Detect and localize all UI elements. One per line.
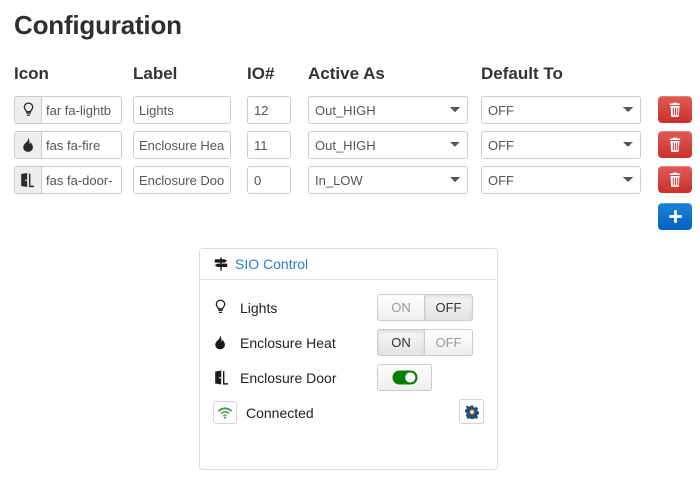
sio-control-panel: SIO Control Lights ON OFF Enclosure Heat… — [199, 248, 498, 470]
icon-input-group — [14, 131, 122, 159]
heat-onoff-group: ON OFF — [377, 329, 473, 356]
wifi-icon — [213, 401, 237, 424]
lights-off-button[interactable]: OFF — [425, 294, 473, 321]
active-as-select[interactable]: Out_HIGH — [308, 131, 468, 159]
label-input[interactable] — [133, 131, 231, 159]
add-row-button[interactable] — [658, 203, 692, 230]
door-toggle-button[interactable] — [377, 364, 432, 391]
fire-icon — [214, 334, 236, 351]
table-row: Out_HIGH OFF — [0, 131, 700, 166]
io-number-input[interactable] — [247, 131, 291, 159]
heat-on-button[interactable]: ON — [377, 329, 425, 356]
column-header-default-to: Default To — [481, 64, 563, 83]
lightbulb-icon — [14, 96, 41, 124]
icon-class-input[interactable] — [41, 96, 122, 124]
table-row: Out_HIGH OFF — [0, 96, 700, 131]
gear-icon — [464, 405, 479, 419]
lights-onoff-group: ON OFF — [377, 294, 473, 321]
door-open-icon — [214, 370, 236, 386]
table-row: In_LOW OFF — [0, 166, 700, 201]
icon-input-group — [14, 96, 122, 124]
io-number-input[interactable] — [247, 166, 291, 194]
app-root: Configuration Icon Label IO# Active As D… — [0, 0, 700, 500]
list-item: Lights ON OFF — [200, 290, 497, 325]
toggle-on-icon — [392, 370, 417, 385]
column-header-io: IO# — [247, 64, 275, 83]
column-header-icon: Icon — [14, 64, 49, 83]
settings-gear-button[interactable] — [459, 399, 484, 424]
label-input[interactable] — [133, 96, 231, 124]
config-table-rows: Out_HIGH OFF — [0, 96, 700, 201]
list-item-label: Lights — [240, 299, 278, 316]
io-number-input[interactable] — [247, 96, 291, 124]
active-as-select[interactable]: In_LOW — [308, 166, 468, 194]
heat-off-button[interactable]: OFF — [425, 329, 473, 356]
delete-row-button[interactable] — [658, 96, 692, 123]
config-table-header: Icon Label IO# Active As Default To — [0, 64, 700, 88]
active-as-select[interactable]: Out_HIGH — [308, 96, 468, 124]
list-item: Enclosure Heat ON OFF — [200, 325, 497, 360]
list-item-label: Enclosure Heat — [240, 334, 336, 351]
icon-class-input[interactable] — [41, 131, 122, 159]
default-to-select[interactable]: OFF — [481, 166, 641, 194]
list-item: Enclosure Door — [200, 360, 497, 395]
icon-class-input[interactable] — [41, 166, 122, 194]
icon-input-group — [14, 166, 122, 194]
panel-body: Lights ON OFF Enclosure Heat ON OFF Encl… — [200, 280, 497, 430]
door-open-icon — [14, 166, 41, 194]
connection-status-label: Connected — [246, 404, 314, 421]
lightbulb-icon — [214, 299, 236, 316]
page-title: Configuration — [14, 10, 182, 40]
signpost-icon — [214, 257, 228, 271]
connection-status-row: Connected — [200, 395, 497, 430]
default-to-select[interactable]: OFF — [481, 96, 641, 124]
plus-icon — [668, 210, 682, 223]
column-header-active-as: Active As — [308, 64, 385, 83]
list-item-label: Enclosure Door — [240, 369, 337, 386]
lights-on-button[interactable]: ON — [377, 294, 425, 321]
panel-title: SIO Control — [235, 256, 309, 272]
delete-row-button[interactable] — [658, 166, 692, 193]
label-input[interactable] — [133, 166, 231, 194]
default-to-select[interactable]: OFF — [481, 131, 641, 159]
fire-icon — [14, 131, 41, 159]
column-header-label: Label — [133, 64, 178, 83]
panel-header: SIO Control — [200, 249, 497, 280]
delete-row-button[interactable] — [658, 131, 692, 158]
